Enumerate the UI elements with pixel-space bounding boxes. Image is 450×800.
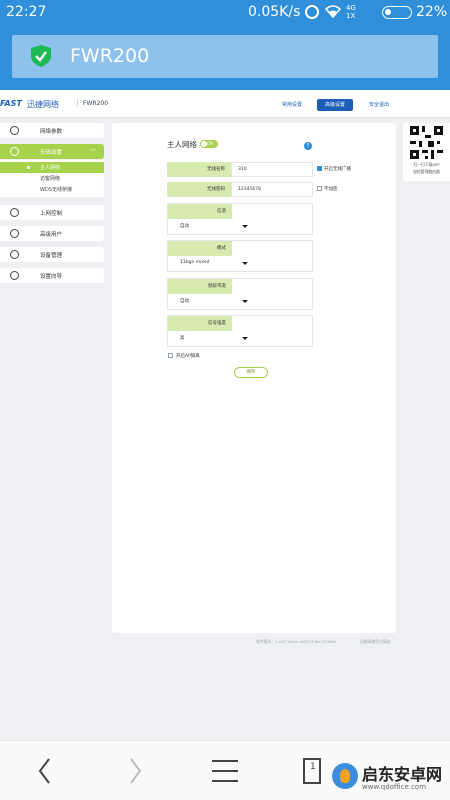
app-header: FWR200 [0,27,450,90]
sidebar-item-label: 设备管理 [40,253,63,259]
no-encrypt-checkbox[interactable] [317,186,322,191]
nav-logout[interactable]: 安全退出 [360,99,398,111]
title-box: FWR200 [12,35,438,78]
qr-caption-download: 扫一扫下载APP [413,162,440,167]
ssid-input[interactable]: 310 [231,162,313,177]
nav-advanced-settings[interactable]: 高级设置 [317,99,353,111]
dropdown-arrow-icon [242,262,248,265]
official-site-link[interactable]: 迅捷网络官方网站 [360,639,390,645]
svg-text:1: 1 [310,762,316,772]
watermark-name: 启东安卓网 [362,765,443,784]
channel-label: 信道 [168,204,232,219]
alarm-icon [305,5,319,19]
qr-box: 扫一扫下载APP 轻松管理路由器 [403,123,450,181]
channel-value: 自动 [180,224,189,229]
qr-code-icon [410,126,443,159]
sidebar-item-label: 无线设置 [40,150,63,156]
stop-icon [10,208,19,217]
wifi-icon [10,147,19,156]
top-nav: FAST 迅捷网络 | FWR200 常用设置 高级设置 安全退出 [0,90,450,118]
ap-isolation-checkbox[interactable] [168,353,173,358]
save-button[interactable]: 保存 [234,367,268,378]
mode-value: 11bgn mixed [180,260,210,265]
battery-icon [382,6,412,19]
sidebar-item-advanced-users[interactable]: 高级用户 [0,226,104,241]
router-page: FAST 迅捷网络 | FWR200 常用设置 高级设置 安全退出 网络参数 无… [0,90,450,740]
brand-logo: FAST [0,99,22,108]
gear-icon [10,250,19,259]
watermark-logo [332,763,358,789]
submenu-wds-bridge[interactable]: WDS无线桥接 [0,184,104,195]
status-time: 22:27 [6,4,47,20]
status-speed: 0.05K/s [248,4,301,20]
power-select[interactable]: 信号强度 高 [167,315,313,347]
back-icon[interactable] [34,753,56,789]
bandwidth-select[interactable]: 频段带宽 自动 [167,278,313,310]
wifi-icon [325,5,341,18]
battery-percent: 22% [416,4,448,20]
menu-icon[interactable] [210,753,240,789]
forward-icon[interactable] [124,753,146,789]
help-icon[interactable]: ? [304,142,312,150]
ssid-label: 无线名称 [167,162,231,177]
host-network-toggle[interactable]: ON [200,140,218,148]
status-bar: 22:27 0.05K/s 4G 1X 22% [0,0,450,27]
router-model: FWR200 [83,100,109,107]
tabs-icon[interactable]: 1 [300,753,328,789]
sidebar-item-label: 设置向导 [40,274,63,280]
main-panel: 主人网络 ON ? 无线名称 310 开启无线广播 无线密码 12345678 … [112,123,396,633]
broadcast-label: 开启无线广播 [324,167,351,172]
sidebar-item-label: 高级用户 [40,232,63,238]
watermark: 启东安卓网 www.qdoffice.com [332,757,450,795]
mode-select[interactable]: 模式 11bgn mixed [167,240,313,272]
chevron-down-icon: ﹀ [90,149,97,156]
sidebar-item-access-control[interactable]: 上网控制 [0,205,104,220]
channel-select[interactable]: 信道 自动 [167,203,313,235]
sidebar-item-network[interactable]: 网络参数 [0,123,104,138]
dropdown-arrow-icon [242,300,248,303]
shield-check-icon [31,45,51,67]
nav-common-settings[interactable]: 常用设置 [273,99,311,111]
app-title: FWR200 [70,45,150,67]
ap-isolation-label: 开启AP隔离 [176,354,200,359]
network-type: 4G 1X [346,4,356,20]
user-icon [10,229,19,238]
dropdown-arrow-icon [242,225,248,228]
watermark-url: www.qdoffice.com [362,783,427,791]
info-icon [10,271,19,280]
no-encrypt-label: 不加密 [324,187,338,192]
password-input[interactable]: 12345678 [231,182,313,197]
brand-name: 迅捷网络 [27,100,59,109]
software-version: 软件版本：1.0.87 Build 160223 Rel.53496n [256,639,337,644]
sidebar-item-wireless[interactable]: 无线设置 ﹀ [0,144,104,159]
broadcast-checkbox[interactable] [317,166,322,171]
sidebar-item-label: 网络参数 [40,129,63,135]
sidebar-item-device-management[interactable]: 设备管理 [0,247,104,262]
bandwidth-label: 频段带宽 [168,279,232,294]
power-label: 信号强度 [168,316,232,331]
wireless-submenu: 主人网络 访客网络 WDS无线桥接 [0,160,104,197]
section-title: 主人网络 [167,140,197,149]
submenu-host-network[interactable]: 主人网络 [0,162,104,173]
dropdown-arrow-icon [242,337,248,340]
mode-label: 模式 [168,241,232,256]
password-label: 无线密码 [167,182,231,197]
submenu-guest-network[interactable]: 访客网络 [0,173,104,184]
power-value: 高 [180,336,185,341]
bandwidth-value: 自动 [180,299,189,304]
globe-icon [10,126,19,135]
battery-level [385,9,392,15]
sidebar-item-label: 上网控制 [40,211,63,217]
brand-separator: | [76,99,79,107]
sidebar-item-setup-wizard[interactable]: 设置向导 [0,268,104,283]
qr-caption-manage: 轻松管理路由器 [413,169,440,174]
